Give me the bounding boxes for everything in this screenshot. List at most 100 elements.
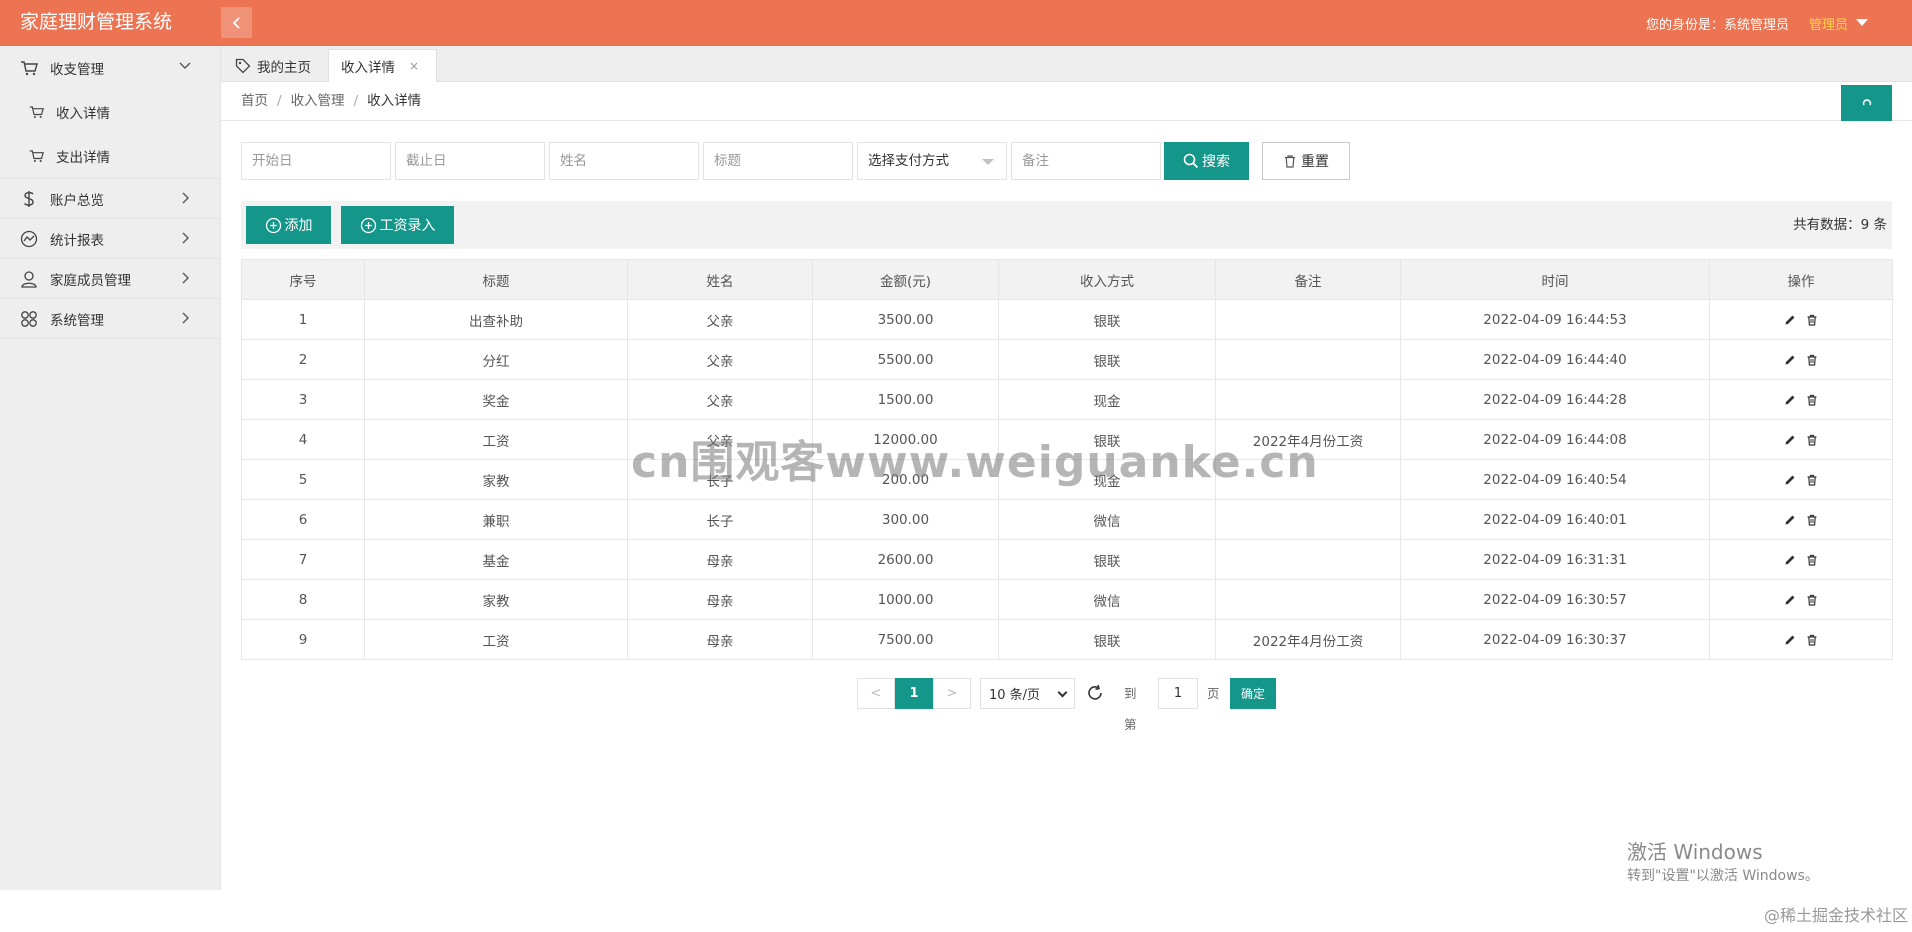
trash-icon[interactable] (1806, 434, 1818, 446)
plus-circle-icon (265, 217, 281, 233)
row-actions-cell (1709, 619, 1893, 660)
page-unit-label: 页 (1207, 686, 1220, 701)
windows-activation-notice: 激活 Windows 转到"设置"以激活 Windows。 (1627, 838, 1819, 886)
table-row: 8 家教 母亲 1000.00 微信 2022-04-09 16:30:57 (241, 579, 1893, 620)
row-remark-cell (1215, 339, 1401, 380)
column-header: 金额(元) (812, 259, 999, 300)
column-header: 操作 (1709, 259, 1893, 300)
trash-icon[interactable] (1806, 354, 1818, 366)
row-title-cell: 家教 (364, 579, 628, 620)
prev-page-button[interactable]: < (857, 678, 895, 709)
sidebar-item-income-expense[interactable]: 收支管理 (0, 46, 220, 90)
row-actions-cell (1709, 379, 1893, 420)
sidebar-subitem-label: 支出详情 (56, 150, 110, 166)
sidebar-subitem-income-detail[interactable]: 收入详情 (0, 90, 220, 134)
table-row: 3 奖金 父亲 1500.00 现金 2022-04-09 16:44:28 (241, 379, 1893, 420)
breadcrumb-income-management[interactable]: 收入管理 (291, 93, 345, 109)
edit-icon[interactable] (1784, 594, 1796, 606)
breadcrumb-home[interactable]: 首页 (241, 93, 268, 109)
search-button[interactable]: 搜索 (1164, 142, 1249, 180)
row-remark-cell (1215, 379, 1401, 420)
row-title-cell: 分红 (364, 339, 628, 380)
dollar-icon (20, 190, 38, 208)
add-button[interactable]: 添加 (246, 206, 331, 244)
close-icon[interactable]: × (409, 59, 419, 73)
edit-icon[interactable] (1784, 474, 1796, 486)
current-page[interactable]: 1 (895, 678, 933, 709)
remark-input[interactable]: 备注 (1011, 142, 1161, 180)
trash-icon[interactable] (1806, 514, 1818, 526)
tab-home[interactable]: 我的主页 (223, 49, 325, 82)
app-title: 家庭理财管理系统 (20, 11, 173, 33)
trash-icon[interactable] (1806, 314, 1818, 326)
row-time-cell: 2022-04-09 16:40:01 (1400, 499, 1710, 540)
sidebar-item-system[interactable]: 系统管理 (0, 299, 220, 339)
goto-page-input[interactable]: 1 (1158, 678, 1198, 709)
row-name-cell: 父亲 (627, 299, 813, 340)
row-index-cell: 1 (241, 299, 365, 340)
trash-icon[interactable] (1806, 394, 1818, 406)
refresh-button[interactable] (1841, 85, 1892, 121)
edit-icon[interactable] (1784, 554, 1796, 566)
row-title-cell: 工资 (364, 419, 628, 460)
chevron-right-icon (182, 192, 189, 204)
user-label: 管理员 (1808, 17, 1848, 33)
trash-icon[interactable] (1806, 554, 1818, 566)
next-page-button[interactable]: > (933, 678, 971, 709)
name-input[interactable]: 姓名 (549, 142, 699, 180)
trash-icon (1285, 155, 1295, 168)
row-amount-cell: 1000.00 (812, 579, 999, 620)
sidebar-item-reports[interactable]: 统计报表 (0, 219, 220, 259)
sidebar-item-family-members[interactable]: 家庭成员管理 (0, 259, 220, 299)
row-time-cell: 2022-04-09 16:44:53 (1400, 299, 1710, 340)
row-index-cell: 7 (241, 539, 365, 580)
edit-icon[interactable] (1784, 514, 1796, 526)
column-header: 标题 (364, 259, 628, 300)
row-index-cell: 8 (241, 579, 365, 620)
sidebar-item-label: 账户总览 (50, 192, 104, 209)
refresh-icon[interactable] (1085, 683, 1105, 703)
goto-label: 到第 (1124, 686, 1137, 732)
row-index-cell: 6 (241, 499, 365, 540)
trash-icon[interactable] (1806, 474, 1818, 486)
user-menu[interactable]: 管理员 (1809, 14, 1868, 33)
column-header: 收入方式 (998, 259, 1216, 300)
tab-income-detail[interactable]: 收入详情 × (328, 49, 437, 82)
row-index-cell: 3 (241, 379, 365, 420)
row-pay-method-cell: 银联 (998, 539, 1216, 580)
start-date-input[interactable]: 开始日 (241, 142, 391, 180)
row-index-cell: 4 (241, 419, 365, 460)
row-amount-cell: 300.00 (812, 499, 999, 540)
table-row: 9 工资 母亲 7500.00 银联 2022年4月份工资 2022-04-09 16:30… (241, 619, 1893, 660)
goto-confirm-button[interactable]: 确定 (1230, 678, 1276, 709)
tab-bar: 我的主页 收入详情 × (221, 46, 1912, 82)
sidebar-item-accounts[interactable]: 账户总览 (0, 179, 220, 219)
sidebar-subitem-expense-detail[interactable]: 支出详情 (0, 134, 220, 178)
row-amount-cell: 3500.00 (812, 299, 999, 340)
end-date-input[interactable]: 截止日 (395, 142, 545, 180)
row-amount-cell: 5500.00 (812, 339, 999, 380)
trash-icon[interactable] (1806, 594, 1818, 606)
edit-icon[interactable] (1784, 314, 1796, 326)
sidebar-collapse-button[interactable] (221, 7, 252, 38)
windows-activation-title: 激活 Windows (1627, 840, 1763, 864)
page-size-select[interactable]: 10 条/页 (980, 678, 1075, 709)
edit-icon[interactable] (1784, 434, 1796, 446)
chevron-right-icon (182, 312, 189, 324)
sidebar-item-label: 收支管理 (50, 62, 104, 78)
row-time-cell: 2022-04-09 16:44:40 (1400, 339, 1710, 380)
tab-label: 收入详情 (341, 60, 395, 76)
edit-icon[interactable] (1784, 354, 1796, 366)
title-input[interactable]: 标题 (703, 142, 853, 180)
edit-icon[interactable] (1784, 394, 1796, 406)
page-size-value: 10 条/页 (989, 688, 1041, 703)
reset-button[interactable]: 重置 (1262, 142, 1350, 180)
column-header: 姓名 (627, 259, 813, 300)
trash-icon[interactable] (1806, 634, 1818, 646)
row-title-cell: 基金 (364, 539, 628, 580)
plus-circle-icon (360, 217, 376, 233)
edit-icon[interactable] (1784, 634, 1796, 646)
row-title-cell: 兼职 (364, 499, 628, 540)
salary-entry-button[interactable]: 工资录入 (341, 206, 454, 244)
pay-method-select[interactable]: 选择支付方式 (857, 142, 1007, 180)
